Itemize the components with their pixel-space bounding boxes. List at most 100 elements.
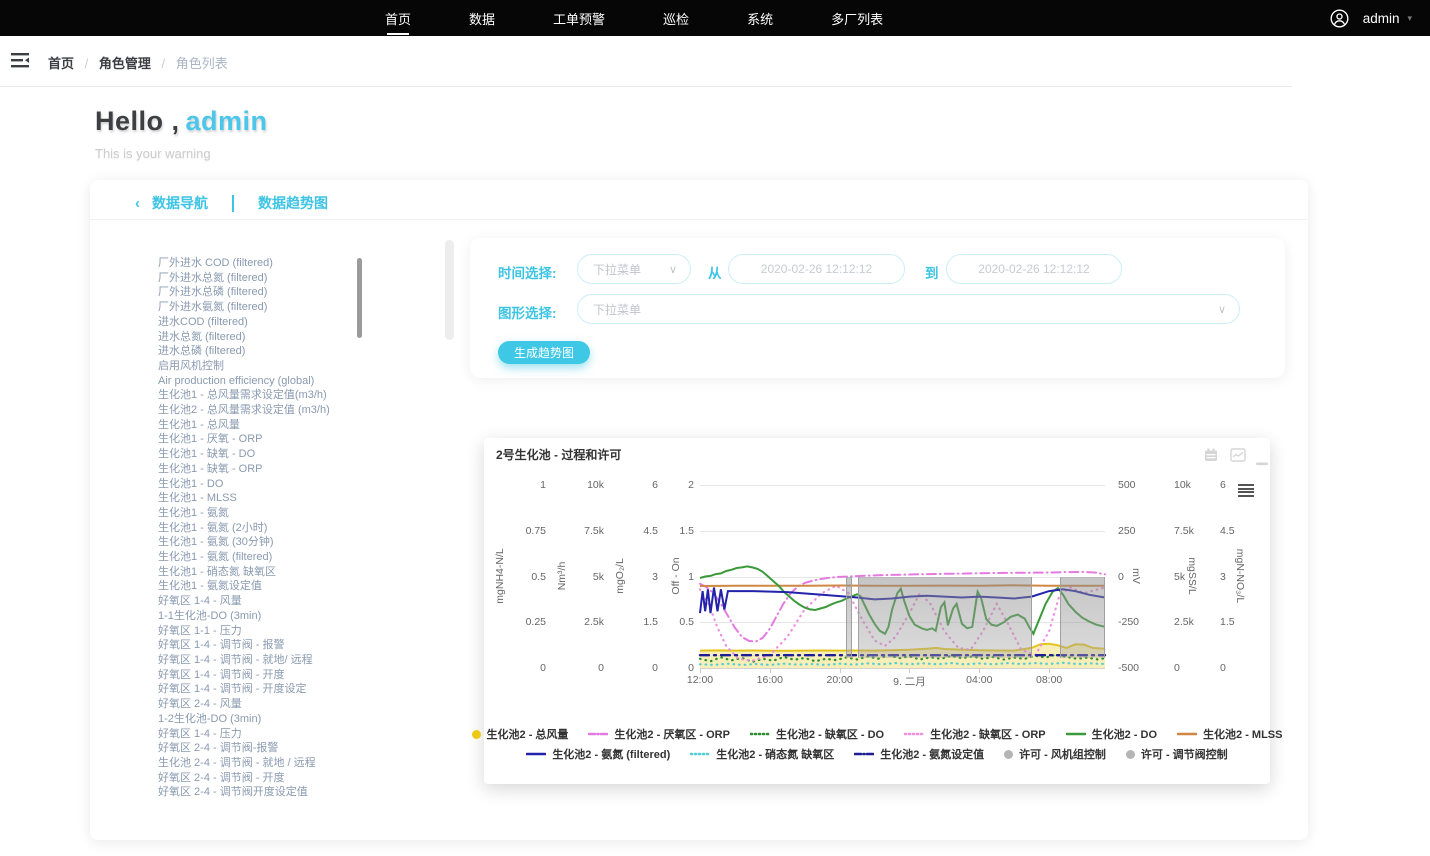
legend-item[interactable]: 许可 - 调节阀控制 — [1126, 746, 1228, 762]
panel-scrollbar-track[interactable] — [445, 240, 454, 340]
main-card: ‹ 数据导航 数据趋势图 厂外进水 COD (filtered)厂外进水总氮 (… — [90, 180, 1308, 840]
from-datetime-value: 2020-02-26 12:12:12 — [761, 262, 872, 276]
generate-trend-button[interactable]: 生成趋势图 — [498, 341, 590, 364]
list-item[interactable]: 厂外进水总氮 (filtered) — [130, 271, 442, 286]
legend-item[interactable]: 许可 - 风机组控制 — [1004, 746, 1106, 762]
list-item[interactable]: 进水总氮 (filtered) — [130, 330, 442, 345]
legend-row: 生化池2 - 总风量 生化池2 - 厌氧区 - ORP 生化池2 - 缺氧区 - D… — [472, 726, 1283, 742]
list-item[interactable]: 好氧区 1-4 - 调节阀 - 报警 — [130, 638, 442, 653]
list-item[interactable]: 生化池 2-4 - 调节阀 - 就地 / 远程 — [130, 756, 442, 771]
list-item[interactable]: 生化池1 - 硝态氮 缺氧区 — [130, 565, 442, 580]
from-datetime-input[interactable]: 2020-02-26 12:12:12 — [728, 254, 905, 284]
list-item[interactable]: 好氧区 1-4 - 风量 — [130, 594, 442, 609]
tab-data-nav[interactable]: 数据导航 — [152, 193, 208, 213]
axis-tick-label: 10k — [556, 479, 604, 491]
nav-item-1[interactable]: 数据 — [469, 9, 495, 28]
time-range-dropdown[interactable]: 下拉菜单 ∨ — [577, 254, 691, 284]
legend-item[interactable]: 生化池2 - DO — [1066, 726, 1157, 742]
permit-band — [846, 577, 852, 658]
back-chevron-icon[interactable]: ‹ — [135, 195, 140, 212]
list-item[interactable]: 生化池1 - 厌氧 - ORP — [130, 432, 442, 447]
x-axis-label: 08:00 — [1014, 674, 1084, 686]
x-axis-tick — [909, 668, 910, 673]
list-item[interactable]: 进水总磷 (filtered) — [130, 344, 442, 359]
legend-label: 生化池2 - 氨氮 (filtered) — [552, 746, 670, 762]
legend-marker-circle — [1004, 750, 1013, 759]
nav-item-5[interactable]: 多厂列表 — [831, 9, 883, 28]
legend-item[interactable]: 生化池2 - 厌氧区 - ORP — [588, 726, 730, 742]
list-item[interactable]: 生化池1 - 缺氧 - ORP — [130, 462, 442, 477]
nav-item-3[interactable]: 巡检 — [663, 9, 689, 28]
nav-item-4[interactable]: 系统 — [747, 9, 773, 28]
list-item[interactable]: 好氧区 1-4 - 压力 — [130, 727, 442, 742]
list-item[interactable]: 好氧区 1-4 - 调节阀 - 开度设定 — [130, 682, 442, 697]
list-item[interactable]: 1-1生化池-DO (3min) — [130, 609, 442, 624]
list-item[interactable]: 生化池1 - 总风量需求设定值(m3/h) — [130, 388, 442, 403]
legend-item[interactable]: 生化池2 - MLSS — [1177, 726, 1282, 742]
calendar-icon[interactable] — [1204, 448, 1218, 467]
breadcrumb-role-mgmt[interactable]: 角色管理 — [99, 56, 151, 71]
x-axis-tick — [840, 668, 841, 673]
graph-select-dropdown[interactable]: 下拉菜单 ∨ — [577, 294, 1240, 324]
list-item[interactable]: Air production efficiency (global) — [130, 374, 442, 389]
list-item[interactable]: 好氧区 2-4 - 调节阀开度设定值 — [130, 785, 442, 800]
legend-item[interactable]: 生化池2 - 硝态氮 缺氧区 — [690, 746, 834, 762]
list-item[interactable]: 厂外进水总磷 (filtered) — [130, 285, 442, 300]
legend-item[interactable]: 生化池2 - 缺氧区 - ORP — [904, 726, 1046, 742]
axis-tick-label: 0 — [654, 662, 694, 674]
list-scrollbar-thumb[interactable] — [357, 258, 362, 338]
line-chart-icon[interactable] — [1230, 448, 1246, 467]
axis-tick-label: 0 — [1220, 662, 1262, 674]
x-axis-label: 12:00 — [665, 674, 735, 686]
list-item[interactable]: 好氧区 1-4 - 调节阀 - 开度 — [130, 668, 442, 683]
legend-marker-line — [690, 751, 710, 757]
nav-item-0[interactable]: 首页 — [385, 9, 411, 28]
list-item[interactable]: 启用风机控制 — [130, 359, 442, 374]
legend-item[interactable]: 生化池2 - 氨氮设定值 — [854, 746, 984, 762]
list-item[interactable]: 生化池1 - DO — [130, 477, 442, 492]
list-item[interactable]: 生化池1 - MLSS — [130, 491, 442, 506]
x-axis-tick — [1049, 668, 1050, 673]
axis-title-onoff: Off - On — [670, 526, 682, 626]
legend-row: 生化池2 - 氨氮 (filtered) 生化池2 - 硝态氮 缺氧区 生化池2 -… — [526, 746, 1227, 762]
graph-select-label: 图形选择: — [498, 302, 557, 322]
user-avatar-icon — [1330, 9, 1349, 28]
breadcrumb-home[interactable]: 首页 — [48, 56, 74, 71]
user-menu[interactable]: admin ▾ — [1330, 0, 1412, 36]
list-item[interactable]: 厂外进水 COD (filtered) — [130, 256, 442, 271]
list-item[interactable]: 生化池1 - 氨氮 (2小时) — [130, 521, 442, 536]
sidebar-collapse-icon[interactable] — [10, 52, 30, 74]
chevron-down-icon: ∨ — [669, 263, 677, 276]
chart-legend: 生化池2 - 总风量生化池2 - 厌氧区 - ORP生化池2 - 缺氧区 - D… — [484, 726, 1270, 762]
legend-item[interactable]: 生化池2 - 缺氧区 - DO — [750, 726, 884, 742]
list-item[interactable]: 好氧区 2-4 - 调节阀 - 开度 — [130, 771, 442, 786]
legend-marker-line — [1066, 731, 1086, 737]
legend-item[interactable]: 生化池2 - 总风量 — [472, 726, 569, 742]
list-item[interactable]: 进水COD (filtered) — [130, 315, 442, 330]
legend-item[interactable]: 生化池2 - 氨氮 (filtered) — [526, 746, 670, 762]
list-item[interactable]: 厂外进水氨氮 (filtered) — [130, 300, 442, 315]
tab-data-trend[interactable]: 数据趋势图 — [258, 193, 328, 213]
list-item[interactable]: 生化池1 - 氨氮设定值 — [130, 579, 442, 594]
axis-tick-label: 6 — [1220, 479, 1262, 491]
to-datetime-input[interactable]: 2020-02-26 12:12:12 — [946, 254, 1122, 284]
breadcrumb-separator: / — [85, 56, 89, 71]
list-item[interactable]: 生化池1 - 氨氮 — [130, 506, 442, 521]
list-item[interactable]: 生化池1 - 总风量 — [130, 418, 442, 433]
to-label: 到 — [925, 262, 939, 282]
axis-title-air: Nm³/h — [556, 526, 568, 626]
permit-band — [1060, 577, 1105, 658]
list-item[interactable]: 好氧区 2-4 - 风量 — [130, 697, 442, 712]
list-item[interactable]: 好氧区 1-1 - 压力 — [130, 624, 442, 639]
minimize-icon[interactable] — [1256, 453, 1268, 471]
axis-tick-label: 2 — [654, 479, 694, 491]
list-item[interactable]: 好氧区 2-4 - 调节阀-报警 — [130, 741, 442, 756]
list-item[interactable]: 好氧区 1-4 - 调节阀 - 就地/ 远程 — [130, 653, 442, 668]
list-item[interactable]: 生化池2 - 总风量需求设定值 (m3/h) — [130, 403, 442, 418]
to-datetime-value: 2020-02-26 12:12:12 — [978, 262, 1089, 276]
list-item[interactable]: 生化池1 - 缺氧 - DO — [130, 447, 442, 462]
nav-item-2[interactable]: 工单预警 — [553, 9, 605, 28]
list-item[interactable]: 生化池1 - 氨氮 (filtered) — [130, 550, 442, 565]
list-item[interactable]: 1-2生化池-DO (3min) — [130, 712, 442, 727]
list-item[interactable]: 生化池1 - 氨氮 (30分钟) — [130, 535, 442, 550]
